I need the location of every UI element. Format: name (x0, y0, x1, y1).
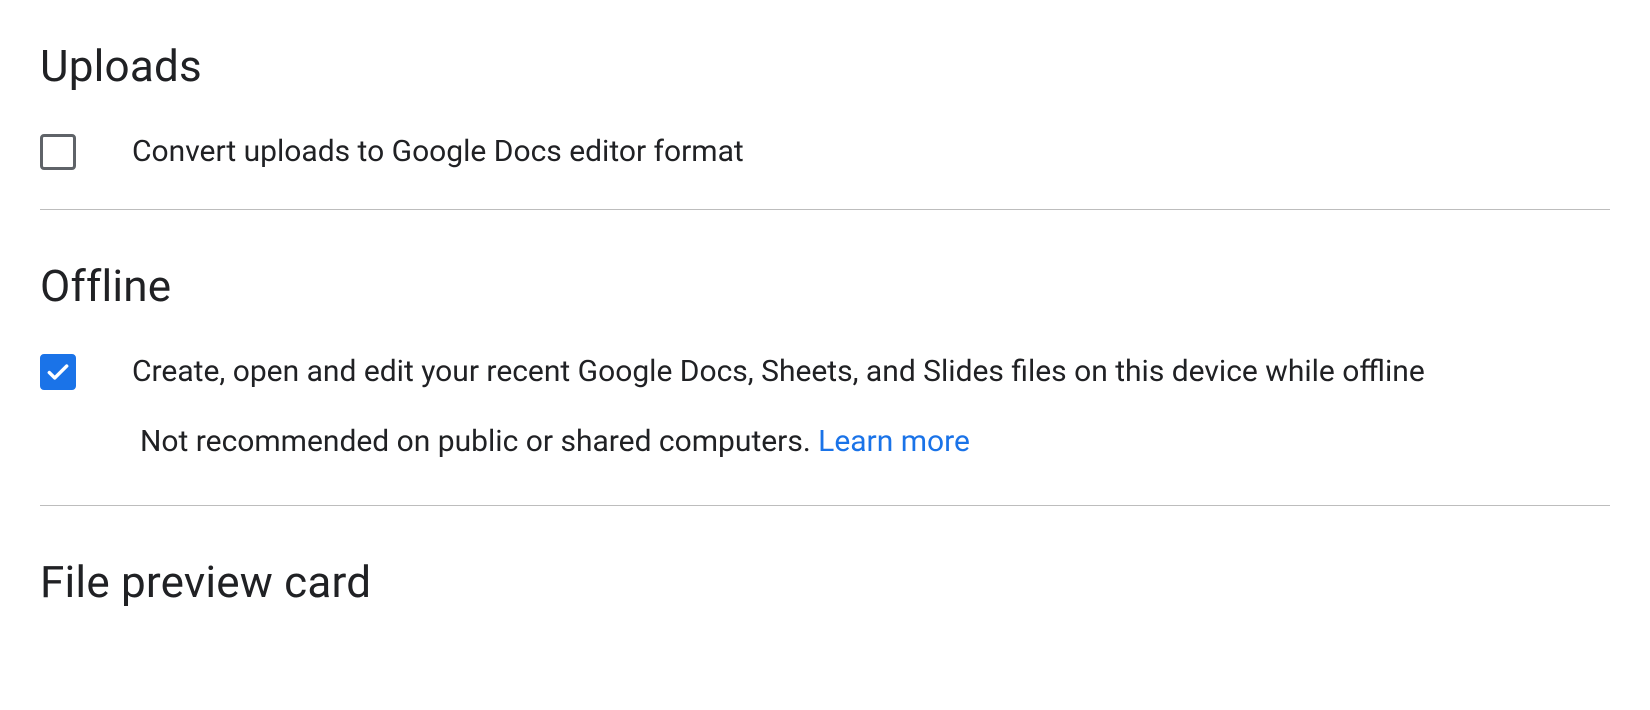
file-preview-section: File preview card (40, 546, 1610, 608)
offline-hint-row: Not recommended on public or shared comp… (40, 422, 1610, 463)
divider-offline-filepreview (40, 505, 1610, 506)
check-icon (45, 359, 71, 385)
offline-hint-text: Not recommended on public or shared comp… (140, 424, 970, 459)
offline-enable-checkbox[interactable] (40, 354, 76, 390)
file-preview-heading: File preview card (40, 556, 1610, 608)
uploads-heading: Uploads (40, 40, 1610, 92)
learn-more-link[interactable]: Learn more (818, 424, 970, 459)
offline-enable-label: Create, open and edit your recent Google… (132, 352, 1425, 393)
uploads-section: Uploads Convert uploads to Google Docs e… (40, 30, 1610, 173)
convert-uploads-label: Convert uploads to Google Docs editor fo… (132, 132, 744, 173)
offline-section: Offline Create, open and edit your recen… (40, 250, 1610, 463)
convert-uploads-row: Convert uploads to Google Docs editor fo… (40, 132, 1610, 173)
offline-enable-row: Create, open and edit your recent Google… (40, 352, 1610, 393)
divider-uploads-offline (40, 209, 1610, 210)
convert-uploads-checkbox[interactable] (40, 134, 76, 170)
settings-page: Uploads Convert uploads to Google Docs e… (0, 0, 1650, 608)
offline-hint-static: Not recommended on public or shared comp… (140, 424, 818, 459)
offline-heading: Offline (40, 260, 1610, 312)
